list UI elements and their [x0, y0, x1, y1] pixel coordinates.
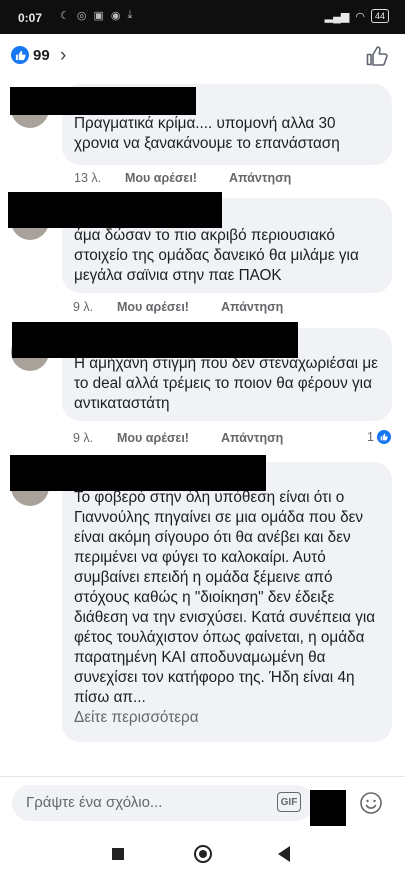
- comment-time: 9 λ.: [73, 431, 94, 445]
- reaction-count: 1: [367, 430, 374, 444]
- comments-sheet: 99 › Πραγματικά κρίμα.... υπομονή αλλα 3…: [0, 34, 405, 776]
- like-link[interactable]: Μου αρέσει!: [125, 171, 197, 185]
- comment-reactions[interactable]: 1: [367, 430, 391, 444]
- like-icon: [377, 430, 391, 444]
- redacted-name: [10, 87, 196, 115]
- comment-meta: 13 λ. Μου αρέσει! Απάντηση: [0, 171, 405, 191]
- gif-button[interactable]: GIF: [277, 792, 301, 812]
- system-nav-bar: [0, 832, 405, 878]
- comment-text: Το φοβερό στην όλη υπόθεση είναι ότι ο Γ…: [74, 489, 376, 706]
- recents-icon[interactable]: [112, 848, 124, 860]
- status-right: ▂▄▆ ◠ 44: [325, 9, 389, 23]
- redacted-name: [12, 322, 298, 358]
- comment-time: 13 λ.: [74, 171, 102, 185]
- wifi-icon: ◠: [355, 10, 365, 23]
- redacted-box: [310, 790, 346, 826]
- reactions-header: 99 ›: [0, 34, 405, 76]
- moon-icon: ☾: [60, 10, 70, 22]
- chevron-right-icon[interactable]: ›: [60, 45, 66, 67]
- redacted-name: [10, 455, 266, 491]
- download-icon: ⤓: [127, 9, 133, 21]
- see-more-link[interactable]: Δείτε περισσότερα: [74, 708, 380, 728]
- comment-bubble[interactable]: Το φοβερό στην όλη υπόθεση είναι ότι ο Γ…: [62, 462, 392, 742]
- reply-link[interactable]: Απάντηση: [229, 171, 291, 185]
- reply-link[interactable]: Απάντηση: [221, 431, 283, 445]
- comment-time: 9 λ.: [73, 300, 94, 314]
- smiley-icon[interactable]: [359, 791, 383, 815]
- status-bar: 0:07 ☾ ◎ ▣ ◉ ⤓ ▂▄▆ ◠ 44: [0, 0, 405, 34]
- comment-placeholder: Γράψτε ένα σχόλιο...: [26, 794, 163, 811]
- back-icon[interactable]: [278, 846, 290, 862]
- like-icon[interactable]: [11, 46, 29, 64]
- like-link[interactable]: Μου αρέσει!: [117, 431, 189, 445]
- app-icon: ▣: [93, 10, 104, 22]
- comment-text: Η αμήχανη στιγμή που δεν στεναχωριέσαι μ…: [74, 355, 378, 412]
- messenger-icon: ◉: [110, 10, 121, 22]
- status-notification-icons: ☾ ◎ ▣ ◉ ⤓: [60, 9, 132, 22]
- like-link[interactable]: Μου αρέσει!: [117, 300, 189, 314]
- reaction-count[interactable]: 99: [33, 47, 50, 64]
- redacted-name: [8, 192, 222, 228]
- comment-input[interactable]: Γράψτε ένα σχόλιο... GIF: [12, 785, 314, 821]
- thumbs-up-icon[interactable]: [365, 44, 389, 68]
- status-time: 0:07: [18, 11, 43, 25]
- comment-meta: 9 λ. Μου αρέσει! Απάντηση: [0, 431, 405, 451]
- comment-meta: 9 λ. Μου αρέσει! Απάντηση: [0, 300, 405, 320]
- comment-text: Πραγματικά κρίμα.... υπομονή αλλα 30 χρο…: [74, 115, 340, 152]
- signal-icon: ▂▄▆: [324, 10, 350, 23]
- battery-indicator: 44: [370, 9, 389, 23]
- home-icon[interactable]: [194, 845, 212, 863]
- comment-text: άμα δώσαν το πιο ακριβό περιουσιακό στοι…: [74, 227, 359, 284]
- instagram-icon: ◎: [76, 10, 87, 22]
- reply-link[interactable]: Απάντηση: [221, 300, 283, 314]
